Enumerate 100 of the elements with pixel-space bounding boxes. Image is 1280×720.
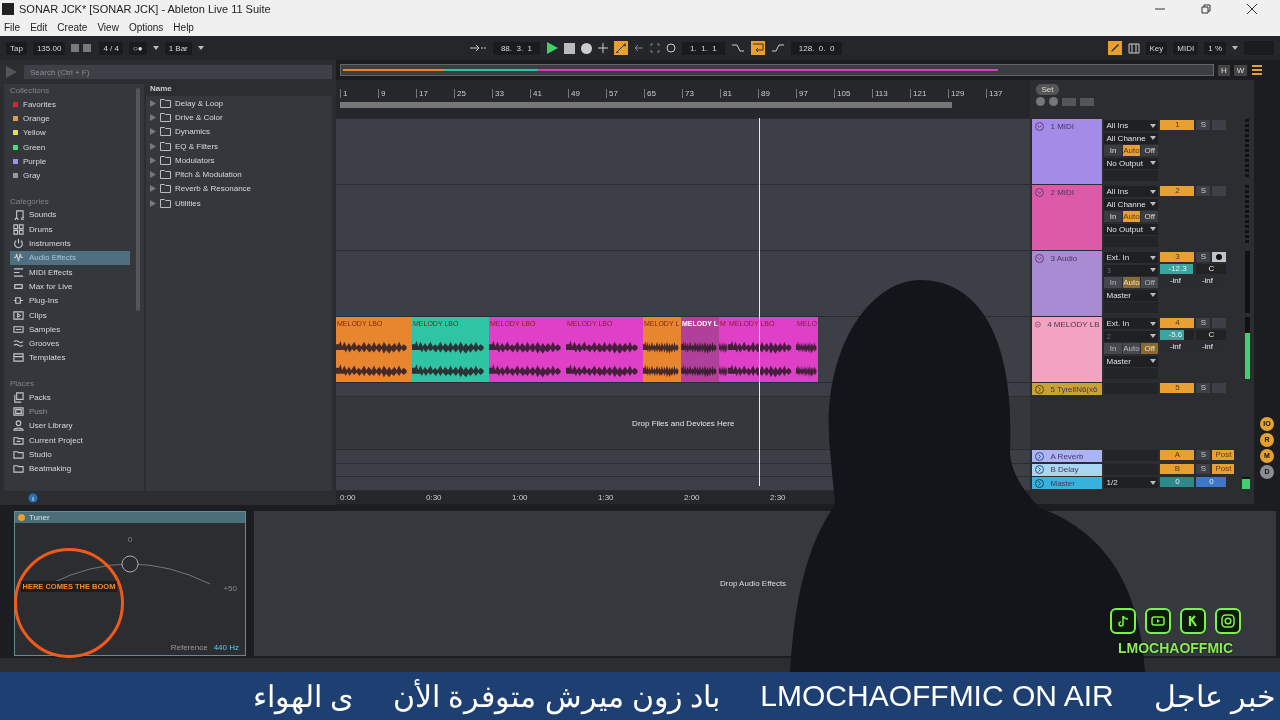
folder-item[interactable]: Pitch & Modulation	[175, 170, 242, 180]
collection-item[interactable]: Gray	[10, 168, 130, 183]
cue-volume-field[interactable]: 0	[1196, 477, 1227, 487]
pan-field[interactable]: C	[1196, 330, 1227, 340]
caret-icon[interactable]	[1232, 46, 1238, 50]
tap-button[interactable]: Tap	[6, 41, 27, 55]
track-header[interactable]: 4 MELODY LB	[1032, 317, 1103, 382]
track-activator-button[interactable]: 5	[1160, 383, 1195, 393]
solo-button[interactable]: S	[1196, 120, 1211, 130]
record-arm-button[interactable]	[1212, 252, 1227, 262]
loop-length-field[interactable]: 128. 0. 0	[790, 41, 843, 55]
menu-item[interactable]: Help	[173, 21, 194, 33]
preview-play-icon[interactable]	[4, 65, 18, 79]
loop-start-field[interactable]: 1. 1. 1	[682, 41, 725, 55]
arrow-right-icon[interactable]	[1049, 97, 1059, 106]
input-dropdown[interactable]	[1104, 383, 1159, 394]
output-dropdown[interactable]: Master	[1104, 289, 1159, 301]
monitor-button[interactable]: In	[1104, 343, 1122, 354]
output-dropdown[interactable]: No Output	[1104, 223, 1159, 235]
input-dropdown[interactable]: Ext. In	[1104, 252, 1159, 263]
zoom-button[interactable]: H	[1218, 64, 1230, 76]
monitor-button[interactable]: Off	[1141, 145, 1159, 156]
input-dropdown[interactable]: All Ins	[1104, 120, 1159, 131]
category-item[interactable]: Instruments	[10, 236, 130, 251]
fold-icon[interactable]	[1035, 122, 1045, 131]
close-icon[interactable]	[1246, 3, 1258, 15]
draw-mode-button[interactable]	[1107, 41, 1122, 55]
output-dropdown[interactable]: 1/2	[1104, 477, 1159, 488]
track-activator-button[interactable]: 4	[1160, 318, 1195, 328]
category-item[interactable]: Plug-Ins	[10, 293, 130, 308]
solo-button[interactable]: S	[1196, 186, 1211, 196]
solo-button[interactable]: S	[1196, 383, 1211, 393]
category-item[interactable]: Sounds	[10, 207, 130, 223]
post-button[interactable]: Post	[1212, 463, 1235, 474]
volume-field[interactable]: 0	[1160, 477, 1195, 487]
track-header[interactable]: 1 MIDI	[1032, 119, 1103, 184]
category-item[interactable]: Drums	[10, 222, 130, 237]
folder-item[interactable]: Reverb & Resonance	[175, 184, 252, 194]
solo-button[interactable]: S	[1196, 450, 1211, 460]
fold-icon[interactable]	[1035, 254, 1045, 263]
place-item[interactable]: Current Project	[10, 432, 130, 448]
fold-icon[interactable]	[1035, 451, 1045, 461]
category-item[interactable]: Templates	[10, 350, 130, 366]
track-activator-button[interactable]: B	[1160, 463, 1195, 474]
menu-item[interactable]: File	[4, 21, 21, 33]
folder-item[interactable]: Modulators	[175, 155, 215, 165]
fold-icon[interactable]	[1035, 320, 1042, 329]
loop-button[interactable]	[750, 41, 765, 55]
play-icon[interactable]	[546, 42, 559, 54]
stop-icon[interactable]	[564, 42, 576, 54]
lock-button[interactable]	[1080, 97, 1095, 106]
monitor-button[interactable]: In	[1104, 211, 1122, 222]
track-header[interactable]: 5 TyrellN6(x6	[1032, 383, 1103, 395]
monitor-button[interactable]: In	[1104, 277, 1122, 288]
time-signature-field[interactable]: 4 / 4	[99, 41, 123, 55]
channel-dropdown[interactable]: All Channe	[1104, 132, 1159, 144]
track-activator-button[interactable]: 3	[1160, 252, 1195, 262]
menu-icon[interactable]	[1251, 64, 1264, 76]
circle-icon[interactable]	[666, 43, 677, 53]
monitor-button[interactable]: Auto	[1122, 211, 1141, 222]
back-arrow-icon[interactable]	[634, 43, 645, 53]
midi-map-button[interactable]: MIDI	[1173, 41, 1199, 55]
fold-icon[interactable]	[1035, 478, 1045, 488]
punch-out-icon[interactable]	[770, 43, 785, 53]
collection-item[interactable]: Purple	[10, 154, 130, 169]
record-icon[interactable]	[581, 42, 593, 54]
menu-item[interactable]: Create	[57, 21, 88, 33]
channel-dropdown[interactable]: All Channe	[1104, 198, 1159, 210]
scrollbar[interactable]	[136, 88, 140, 311]
collection-item[interactable]: Favorites	[10, 97, 130, 112]
collection-item[interactable]: Orange	[10, 111, 130, 126]
track-header[interactable]: A Reverb	[1032, 450, 1103, 462]
monitor-button[interactable]: Off	[1141, 343, 1159, 354]
output-dropdown[interactable]: Master	[1104, 355, 1159, 367]
collection-item[interactable]: Green	[10, 139, 130, 155]
punch-in-icon[interactable]	[730, 43, 745, 53]
fold-icon[interactable]	[1035, 384, 1045, 394]
monitor-button[interactable]: Auto	[1122, 277, 1141, 288]
automation-arm-button[interactable]	[614, 41, 629, 55]
solo-button[interactable]: S	[1196, 318, 1211, 328]
input-dropdown[interactable]: Ext. In	[1104, 318, 1159, 329]
monitor-button[interactable]: Auto	[1122, 145, 1141, 156]
pan-field[interactable]: C	[1196, 264, 1227, 274]
place-item[interactable]: Packs	[10, 390, 130, 405]
track-header[interactable]: Master	[1032, 477, 1103, 489]
track-activator-button[interactable]: 1	[1160, 120, 1195, 130]
expand-button[interactable]	[1062, 97, 1077, 106]
restore-icon[interactable]	[1200, 3, 1212, 15]
solo-button[interactable]: S	[1196, 252, 1211, 262]
search-field[interactable]: Search (Ctrl + F)	[24, 65, 332, 79]
input-dropdown[interactable]	[1104, 450, 1159, 461]
monitor-button[interactable]: Auto	[1122, 343, 1141, 354]
quantize-dropdown[interactable]: 1 Bar	[164, 41, 192, 55]
track-activator-button[interactable]: A	[1160, 450, 1195, 460]
folder-item[interactable]: Utilities	[175, 198, 201, 208]
folder-item[interactable]: Drive & Color	[175, 112, 223, 122]
place-item[interactable]: Studio	[10, 447, 130, 462]
input-dropdown[interactable]	[1104, 463, 1159, 475]
fold-icon[interactable]	[1035, 465, 1045, 474]
place-item[interactable]: Beatmaking	[10, 461, 130, 476]
